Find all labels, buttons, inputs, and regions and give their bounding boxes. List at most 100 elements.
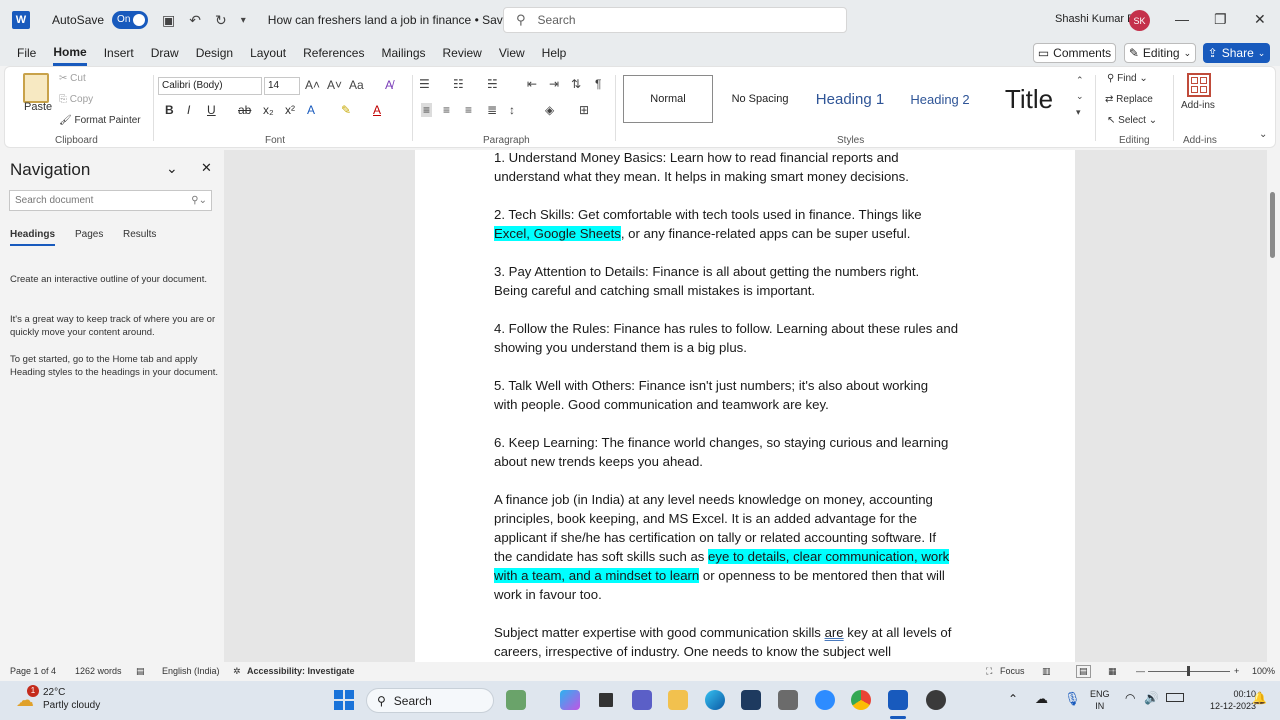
file-explorer-icon[interactable] [668, 690, 688, 710]
recorder-icon[interactable] [926, 690, 946, 710]
document-paragraph[interactable]: 5. Talk Well with Others: Finance isn't … [494, 376, 999, 414]
font-color-icon[interactable]: A [373, 103, 381, 117]
styles-scroll-down-icon[interactable]: ⌄ [1076, 91, 1084, 102]
select-button[interactable]: ↖ Select ⌄ [1107, 115, 1157, 126]
style-title[interactable]: Title [987, 75, 1071, 123]
notification-bell-icon[interactable]: 🔔 [1252, 691, 1267, 705]
borders-icon[interactable]: ⊞ [579, 103, 589, 117]
tab-view[interactable]: View [499, 42, 525, 64]
numbering-icon[interactable]: ☷ [453, 77, 464, 91]
document-paragraph[interactable]: 3. Pay Attention to Details: Finance is … [494, 262, 999, 300]
format-painter-button[interactable]: 🖌 Format Painter [59, 115, 141, 126]
font-name-select[interactable]: Calibri (Body) [158, 77, 262, 95]
italic-icon[interactable]: I [187, 103, 190, 117]
document-paragraph[interactable]: 2. Tech Skills: Get comfortable with tec… [494, 205, 999, 243]
teams-chat-icon[interactable] [632, 690, 652, 710]
comments-button[interactable]: ▭ Comments [1033, 43, 1116, 63]
cut-button[interactable]: ✂ Cut [59, 73, 86, 84]
shading-icon[interactable]: ◈ [545, 103, 554, 117]
calculator-icon[interactable] [778, 690, 798, 710]
scrollbar-thumb[interactable] [1270, 192, 1275, 258]
strikethrough-icon[interactable]: ab [238, 103, 251, 117]
vertical-scrollbar[interactable] [1267, 150, 1280, 662]
tab-layout[interactable]: Layout [250, 42, 286, 64]
web-layout-icon[interactable]: ▦ [1108, 666, 1117, 677]
word-count[interactable]: 1262 words [75, 666, 122, 676]
align-center-icon[interactable]: ≡ [443, 103, 450, 117]
redo-icon[interactable]: ↻ [215, 12, 227, 29]
superscript-icon[interactable]: x² [285, 103, 295, 117]
tab-file[interactable]: File [17, 42, 36, 64]
read-mode-icon[interactable]: ▥ [1042, 666, 1051, 677]
subscript-icon[interactable]: x₂ [263, 103, 274, 117]
decrease-indent-icon[interactable]: ⇤ [527, 77, 537, 91]
save-icon[interactable]: ▣ [162, 12, 175, 29]
line-spacing-icon[interactable]: ↕ [509, 103, 515, 117]
edge-icon[interactable] [705, 690, 725, 710]
focus-mode-button[interactable]: Focus [1000, 666, 1025, 676]
language-indicator[interactable]: English (India) [162, 666, 220, 676]
chrome-icon[interactable] [851, 690, 871, 710]
tab-results[interactable]: Results [123, 229, 156, 240]
search-document-input[interactable]: Search document ⚲⌄ [9, 190, 212, 211]
add-ins-icon[interactable] [1187, 73, 1211, 97]
bold-icon[interactable]: B [165, 103, 174, 117]
print-layout-icon[interactable]: ▤ [1076, 665, 1091, 678]
style-heading-1[interactable]: Heading 1 [807, 75, 893, 123]
increase-indent-icon[interactable]: ⇥ [549, 77, 559, 91]
zoom-slider-thumb[interactable] [1187, 666, 1190, 676]
collapse-ribbon-icon[interactable]: ⌄ [1259, 129, 1267, 140]
volume-icon[interactable]: 🔊 [1144, 691, 1159, 705]
zoom-in-icon[interactable]: + [1234, 666, 1239, 676]
style-heading-2[interactable]: Heading 2 [895, 75, 985, 123]
style-no-spacing[interactable]: No Spacing [715, 75, 805, 123]
editing-mode-button[interactable]: ✎ Editing ⌄ [1124, 43, 1196, 63]
tab-insert[interactable]: Insert [104, 42, 134, 64]
chevron-down-icon[interactable]: ⌄ [166, 160, 178, 177]
word-taskbar-icon[interactable] [888, 690, 908, 710]
weather-widget[interactable]: 22°C Partly cloudy [43, 686, 100, 712]
sort-icon[interactable]: ⇅ [571, 77, 581, 91]
find-button[interactable]: ⚲ Find ⌄ [1107, 73, 1148, 84]
grammar-flagged-text[interactable]: are [825, 625, 844, 640]
language-indicator[interactable]: ENG IN [1090, 688, 1110, 712]
search-icon[interactable]: ⚲⌄ [191, 191, 207, 210]
close-icon[interactable]: ✕ [201, 160, 212, 176]
styles-scroll-up-icon[interactable]: ⌃ [1076, 75, 1084, 86]
tab-mailings[interactable]: Mailings [381, 42, 425, 64]
highlight-icon[interactable]: ✎ [341, 103, 351, 117]
search-input[interactable]: ⚲ Search [503, 7, 847, 33]
tab-design[interactable]: Design [196, 42, 233, 64]
zoom-out-icon[interactable]: — [1136, 666, 1145, 676]
document-title[interactable]: How can freshers land a job in finance •… [268, 13, 530, 27]
microphone-icon[interactable]: 🎙 [1064, 691, 1081, 707]
paste-button[interactable]: Paste [24, 101, 52, 113]
close-icon[interactable]: ✕ [1254, 11, 1266, 28]
tab-pages[interactable]: Pages [75, 229, 103, 240]
widgets-icon[interactable] [506, 690, 526, 710]
style-normal[interactable]: Normal [623, 75, 713, 123]
copilot-icon[interactable] [560, 690, 580, 710]
task-view-icon[interactable] [596, 690, 616, 710]
bullets-icon[interactable]: ☰ [419, 77, 430, 91]
onedrive-icon[interactable]: ☁ [1035, 691, 1048, 707]
align-left-icon[interactable]: ≡ [421, 103, 433, 117]
taskbar-search[interactable]: ⚲ Search [366, 688, 494, 713]
copy-button[interactable]: ⎘ Copy [59, 94, 93, 105]
document-paragraph[interactable]: 6. Keep Learning: The finance world chan… [494, 433, 999, 471]
clear-formatting-icon[interactable]: A̸ [385, 78, 393, 92]
proofing-icon[interactable]: ▤ [136, 666, 145, 677]
font-size-select[interactable]: 14 [264, 77, 300, 95]
clock[interactable]: 00:10 12-12-2023 [1210, 688, 1256, 712]
zoom-app-icon[interactable] [815, 690, 835, 710]
styles-more-icon[interactable]: ▾ [1076, 107, 1081, 118]
replace-button[interactable]: ⇄ Replace [1105, 94, 1153, 105]
minimize-icon[interactable]: — [1175, 11, 1189, 27]
align-right-icon[interactable]: ≡ [465, 103, 472, 117]
restore-icon[interactable]: ❐ [1214, 11, 1227, 28]
justify-icon[interactable]: ≣ [487, 103, 497, 117]
undo-icon[interactable]: ↶ [189, 12, 201, 29]
tab-home[interactable]: Home [53, 41, 87, 66]
windows-start-icon[interactable] [334, 690, 354, 710]
change-case-icon[interactable]: Aa [349, 78, 364, 92]
